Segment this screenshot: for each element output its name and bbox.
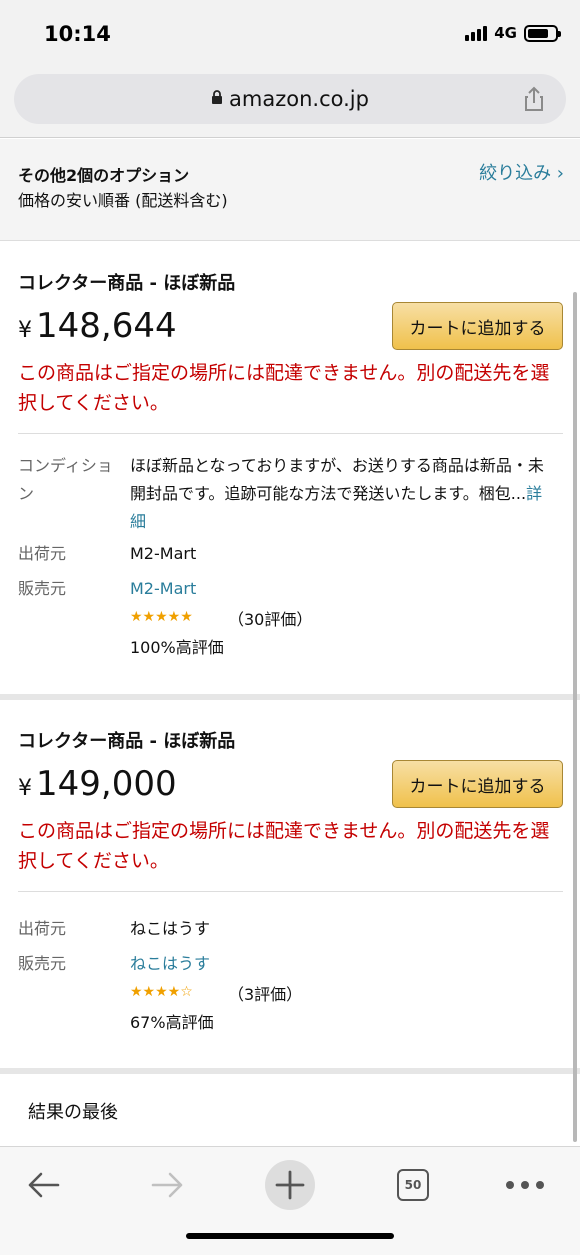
sold-by-label: 販売元 [18, 954, 67, 973]
sold-by-label: 販売元 [18, 579, 67, 598]
tabs-button[interactable]: 50 [383, 1155, 443, 1215]
currency-symbol: ¥ [18, 776, 32, 801]
rating-count: （30評価） [228, 610, 313, 629]
tabs-icon: 50 [397, 1169, 429, 1201]
status-bar: 10:14 4G [0, 0, 580, 70]
price-value: 148,644 [36, 306, 177, 346]
offer-price: ¥ 148,644 [18, 306, 177, 346]
more-icon [506, 1181, 544, 1189]
back-arrow-icon [28, 1172, 60, 1198]
home-indicator[interactable] [186, 1233, 394, 1239]
condition-note-text: ほぼ新品となっておりますが、お送りする商品は新品・未開封品です。追跡可能な方法で… [130, 456, 544, 503]
add-to-cart-button[interactable]: カートに追加する [392, 302, 563, 350]
offer-listing: コレクター商品 - ほぼ新品 ¥ 149,000 カートに追加する この商品はご… [0, 700, 580, 1068]
ships-from-value: ねこはうす [130, 919, 211, 938]
ships-from-value: M2-Mart [130, 544, 197, 563]
lock-icon [211, 90, 223, 108]
star-rating-icon: ★★★★★ [130, 609, 193, 625]
more-button[interactable] [495, 1155, 555, 1215]
positive-rating: 100%高評価 [130, 638, 224, 657]
offer-listing: コレクター商品 - ほぼ新品 ¥ 148,644 カートに追加する この商品はご… [0, 242, 580, 694]
new-tab-button[interactable] [260, 1155, 320, 1215]
offer-condition: コレクター商品 - ほぼ新品 [18, 273, 236, 294]
ships-from-label: 出荷元 [18, 544, 67, 563]
rating-count: （3評価） [228, 985, 303, 1004]
seller-link[interactable]: ねこはうす [130, 950, 210, 978]
end-of-results-text: 結果の最後 [28, 1102, 118, 1123]
back-button[interactable] [14, 1155, 74, 1215]
seller-link[interactable]: M2-Mart [130, 575, 196, 603]
price-value: 149,000 [36, 764, 177, 804]
forward-button[interactable] [137, 1155, 197, 1215]
delivery-warning: この商品はご指定の場所には配達できません。別の配送先を選択してください。 [18, 820, 550, 872]
forward-arrow-icon [151, 1172, 183, 1198]
condition-note: ほぼ新品となっておりますが、お送りする商品は新品・未開封品です。追跡可能な方法で… [130, 452, 556, 536]
status-indicators: 4G [465, 24, 561, 42]
network-type: 4G [494, 24, 517, 42]
currency-symbol: ¥ [18, 318, 32, 343]
delivery-warning: この商品はご指定の場所には配達できません。別の配送先を選択してください。 [18, 362, 550, 414]
add-to-cart-button[interactable]: カートに追加する [392, 760, 563, 808]
positive-rating: 67%高評価 [130, 1013, 214, 1032]
scrollbar[interactable] [573, 292, 577, 1142]
options-title: その他2個のオプション [18, 166, 190, 185]
filter-link[interactable]: 絞り込み › [479, 159, 564, 185]
divider [18, 433, 563, 434]
plus-icon [275, 1170, 305, 1200]
url-display: amazon.co.jp [211, 87, 369, 111]
url-text: amazon.co.jp [229, 87, 369, 111]
status-time: 10:14 [44, 22, 111, 46]
star-rating-icon: ★★★★☆ [130, 984, 193, 1000]
condition-label: コンディション [18, 456, 113, 503]
offer-condition: コレクター商品 - ほぼ新品 [18, 731, 236, 752]
signal-icon [465, 25, 488, 41]
divider [18, 891, 563, 892]
battery-icon [524, 24, 561, 42]
end-of-results: 結果の最後 [0, 1074, 580, 1146]
url-bar[interactable]: amazon.co.jp [14, 74, 566, 124]
offer-price: ¥ 149,000 [18, 764, 177, 804]
browser-header: amazon.co.jp [0, 70, 580, 138]
options-header: その他2個のオプション 価格の安い順番 (配送料含む) 絞り込み › [0, 139, 580, 241]
share-icon[interactable] [520, 85, 548, 113]
ships-from-label: 出荷元 [18, 919, 67, 938]
sort-description: 価格の安い順番 (配送料含む) [18, 191, 228, 210]
